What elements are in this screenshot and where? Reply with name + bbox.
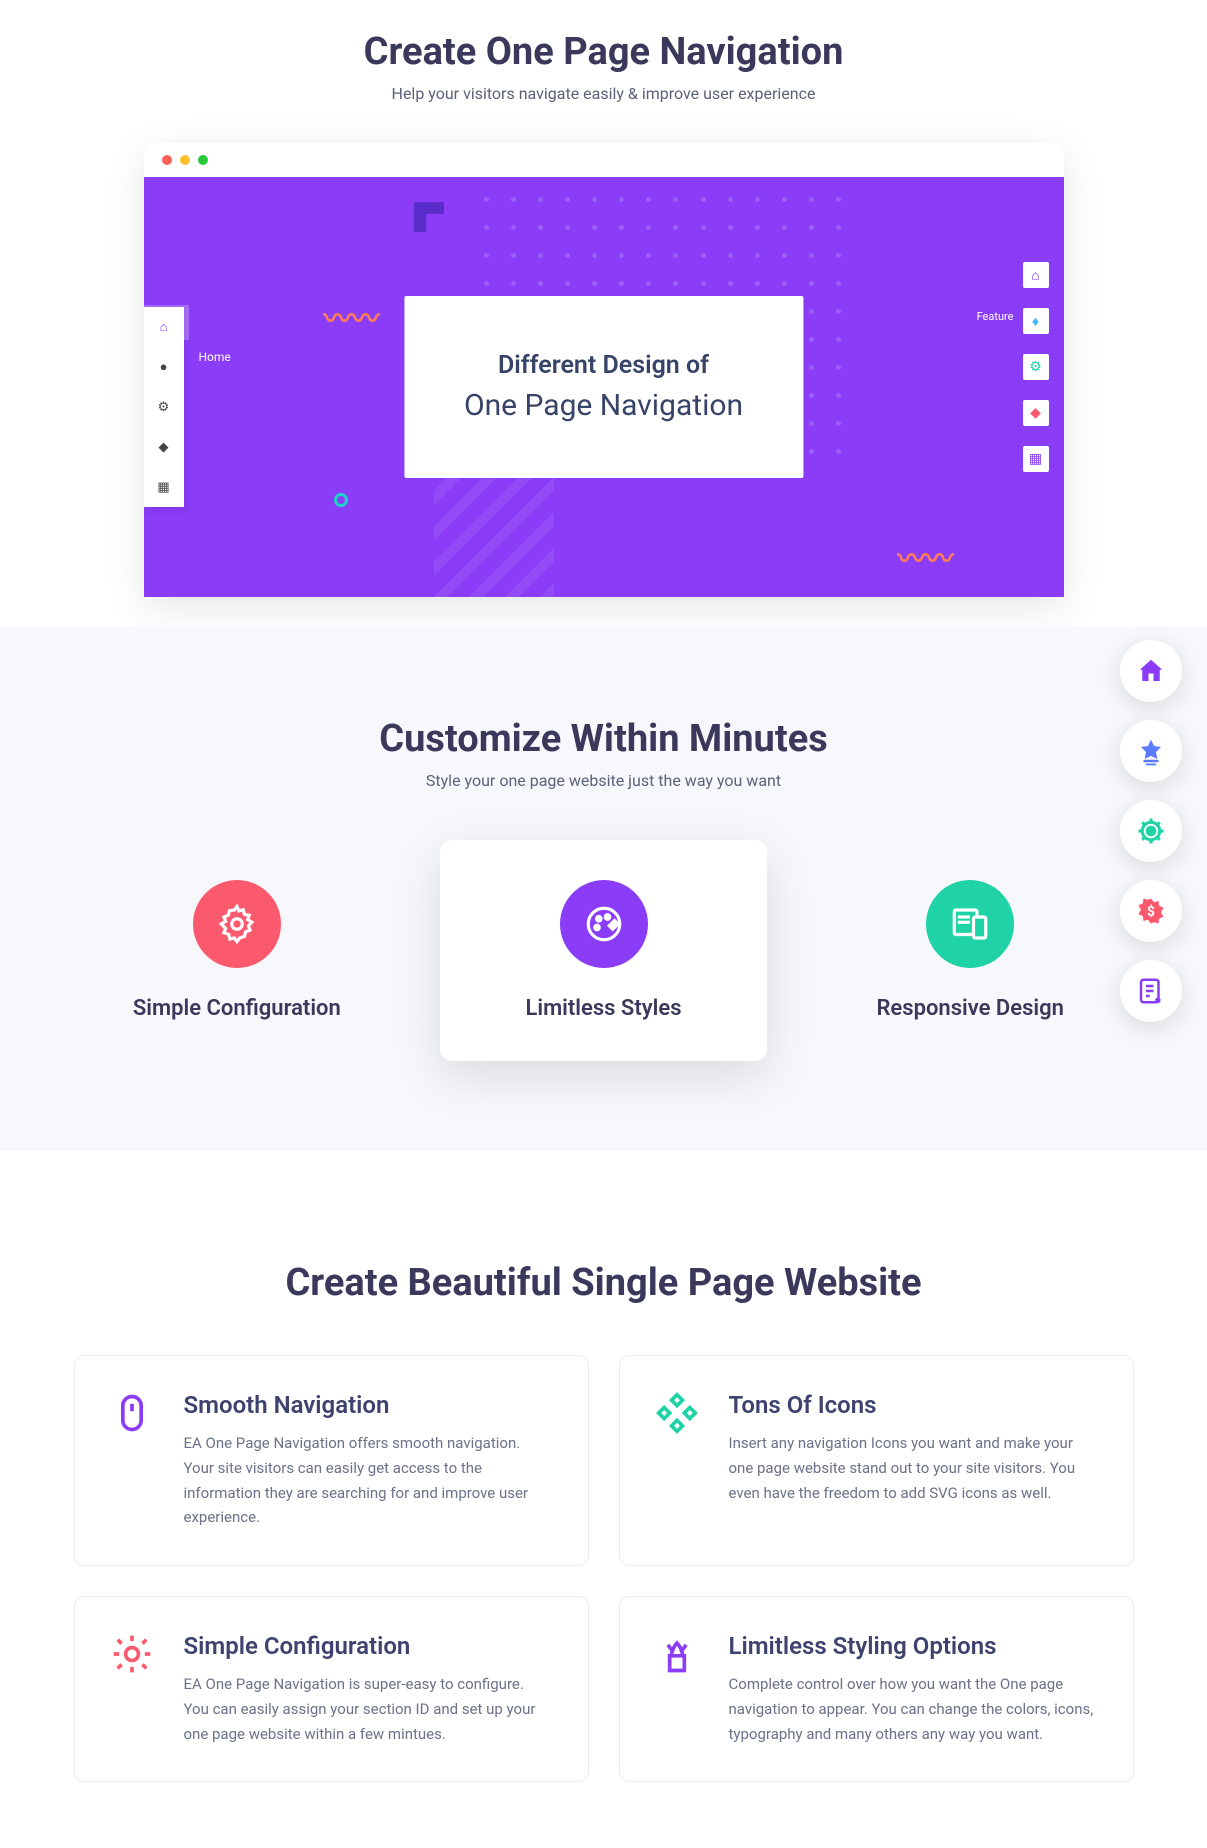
card-simple-config[interactable]: Simple Configuration	[74, 840, 401, 1061]
left-nav-doc-icon[interactable]: ▦	[144, 467, 184, 507]
right-nav-doc-icon[interactable]: ▦	[1023, 446, 1049, 472]
right-nav-bulb-icon[interactable]: ♦	[1023, 308, 1049, 334]
section3-title: Create Beautiful Single Page Website	[74, 1261, 1134, 1305]
feature-smooth-navigation: Smooth Navigation EA One Page Navigation…	[74, 1355, 589, 1566]
nav-pricing-button[interactable]: $	[1120, 880, 1182, 942]
svg-text:$: $	[1147, 903, 1155, 920]
right-nav-home-icon[interactable]: ⌂	[1023, 262, 1049, 288]
left-nav-bulb-icon[interactable]: ●	[144, 347, 184, 387]
feature-desc: Complete control over how you want the O…	[729, 1672, 1098, 1746]
feature-cards-grid: Smooth Navigation EA One Page Navigation…	[74, 1355, 1134, 1812]
left-nav-tag-icon[interactable]: ◆	[144, 427, 184, 467]
right-side-nav: ⌂ ♦ ⚙ ◆ ▦	[1023, 262, 1049, 472]
zigzag-decoration: 〰〰	[897, 537, 953, 577]
nav-settings-button[interactable]	[1120, 800, 1182, 862]
feature-limitless-styling: Limitless Styling Options Complete contr…	[619, 1596, 1134, 1782]
card-limitless-styles[interactable]: Limitless Styles	[440, 840, 767, 1061]
left-side-nav: ⌂ ● ⚙ ◆ ▦	[144, 307, 184, 507]
nav-docs-button[interactable]	[1120, 960, 1182, 1022]
feature-title: Limitless Styling Options	[729, 1632, 1098, 1660]
diamonds-icon	[655, 1391, 699, 1435]
feature-desc: EA One Page Navigation offers smooth nav…	[184, 1431, 553, 1530]
section2-title: Customize Within Minutes	[74, 717, 1134, 761]
mouse-icon	[110, 1391, 154, 1435]
section2-subtitle: Style your one page website just the way…	[74, 771, 1134, 790]
hero-text-2: One Page Navigation	[464, 388, 743, 423]
right-nav-tag-icon[interactable]: ◆	[1023, 400, 1049, 426]
corner-decoration	[414, 202, 444, 232]
hero-text-1: Different Design of	[464, 351, 743, 380]
feature-desc: Insert any navigation Icons you want and…	[729, 1431, 1098, 1505]
window-minimize-icon	[180, 155, 190, 165]
feature-title: Smooth Navigation	[184, 1391, 553, 1419]
customize-cards: Simple Configuration Limitless Styles Re…	[74, 840, 1134, 1121]
window-maximize-icon	[198, 155, 208, 165]
fixed-page-nav: $	[1120, 640, 1182, 1022]
section1-title: Create One Page Navigation	[74, 30, 1134, 74]
card-responsive-design[interactable]: Responsive Design	[807, 840, 1134, 1061]
window-close-icon	[162, 155, 172, 165]
nav-features-button[interactable]	[1120, 720, 1182, 782]
plant-icon	[655, 1632, 699, 1676]
right-nav-tooltip: Feature	[977, 310, 1014, 323]
gear-icon	[193, 880, 281, 968]
card-title: Responsive Design	[827, 996, 1114, 1021]
section1-subtitle: Help your visitors navigate easily & imp…	[74, 84, 1134, 103]
feature-desc: EA One Page Navigation is super-easy to …	[184, 1672, 553, 1746]
card-title: Simple Configuration	[94, 996, 381, 1021]
left-nav-home-icon[interactable]: ⌂	[144, 307, 184, 347]
left-nav-tooltip: Home	[199, 350, 231, 364]
right-nav-gear-icon[interactable]: ⚙	[1023, 354, 1049, 380]
nav-home-button[interactable]	[1120, 640, 1182, 702]
feature-simple-configuration: Simple Configuration EA One Page Navigat…	[74, 1596, 589, 1782]
browser-body: 〰〰 〰〰 Different Design of One Page Navig…	[144, 177, 1064, 597]
left-nav-gear-icon[interactable]: ⚙	[144, 387, 184, 427]
gear-icon	[110, 1632, 154, 1676]
feature-tons-of-icons: Tons Of Icons Insert any navigation Icon…	[619, 1355, 1134, 1566]
browser-titlebar	[144, 143, 1064, 177]
feature-title: Simple Configuration	[184, 1632, 553, 1660]
circle-decoration	[334, 493, 348, 507]
feature-title: Tons Of Icons	[729, 1391, 1098, 1419]
browser-mockup: 〰〰 〰〰 Different Design of One Page Navig…	[144, 143, 1064, 597]
zigzag-decoration: 〰〰	[324, 297, 380, 337]
palette-icon	[560, 880, 648, 968]
devices-icon	[926, 880, 1014, 968]
card-title: Limitless Styles	[460, 996, 747, 1021]
hero-card: Different Design of One Page Navigation	[404, 296, 803, 478]
